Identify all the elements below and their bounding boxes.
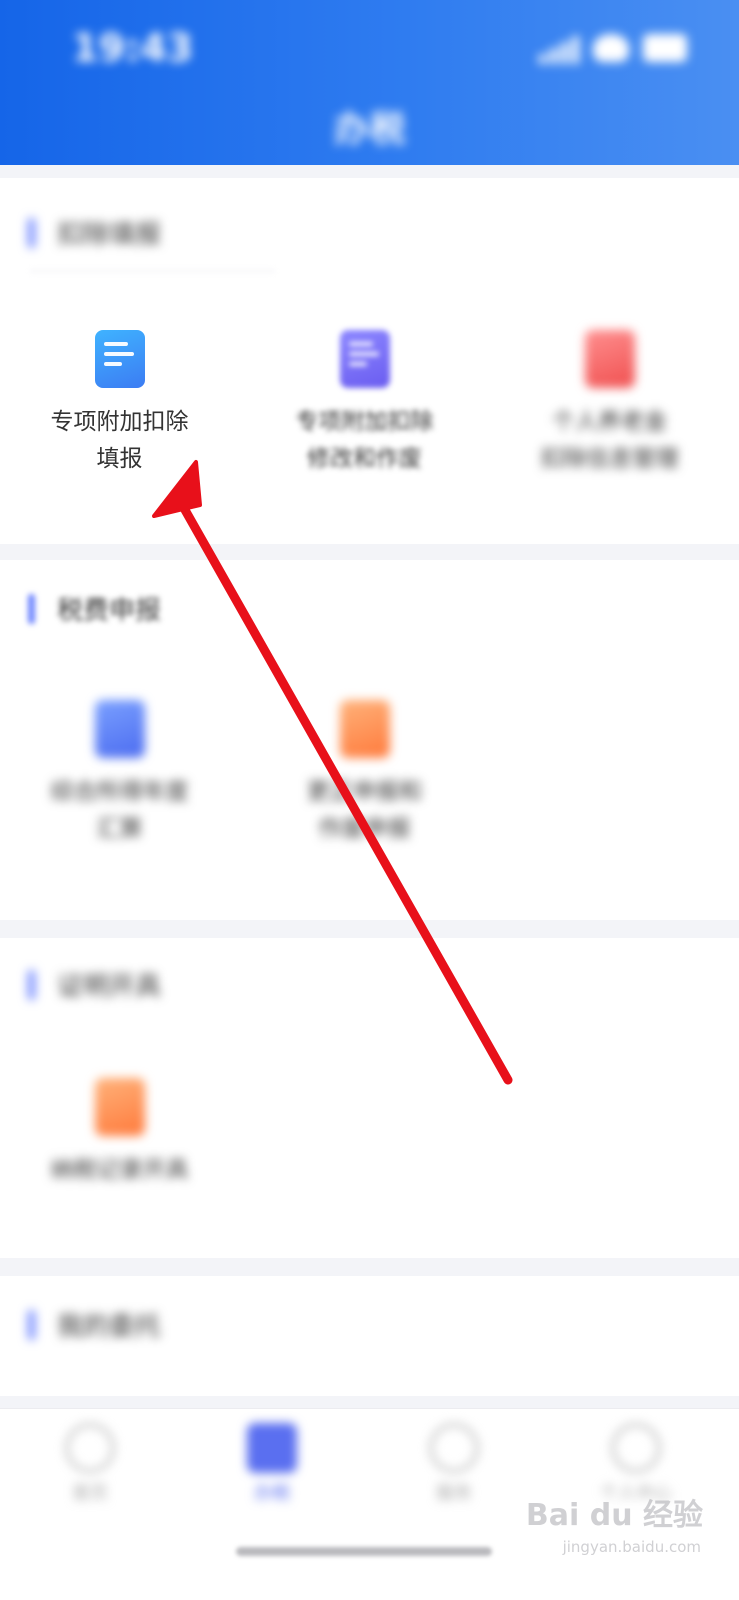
section-deduction: 扣除填报 专项附加扣除 填报 专项附加扣除 修改和作废 个人养老金 扣除信息管理 — [0, 178, 739, 544]
section-header: 证明开具 — [28, 966, 161, 1003]
grid-item-tax-record[interactable]: 纳税记录开具 — [0, 1078, 239, 1189]
home-icon — [65, 1423, 115, 1473]
section-accent-bar — [28, 217, 35, 248]
status-icons — [539, 34, 687, 64]
battery-icon — [643, 34, 687, 62]
deduction-modify-icon — [339, 330, 390, 388]
section-tax-filing: 税费申报 综合所得年度 汇算 更正申报和 作废申报 — [0, 560, 739, 920]
grid-item-pension[interactable]: 个人养老金 扣除信息管理 — [490, 330, 729, 478]
section-header: 我的委托 — [28, 1306, 161, 1343]
nav-label: 办税 — [254, 1483, 290, 1504]
user-icon — [611, 1423, 661, 1473]
section-accent-bar — [28, 969, 35, 1000]
signal-icon — [539, 34, 579, 64]
divider — [30, 270, 275, 272]
service-icon — [429, 1423, 479, 1473]
section-header: 扣除填报 — [28, 214, 161, 251]
wifi-icon — [593, 34, 629, 62]
grid-item-label: 纳税记录开具 — [50, 1157, 189, 1183]
nav-item-tax[interactable]: 办税 — [212, 1423, 332, 1505]
section-title: 我的委托 — [57, 1312, 162, 1342]
nav-label: 服务 — [436, 1483, 472, 1504]
annual-settlement-icon — [94, 700, 145, 758]
grid-item-label: 专项附加扣除 填报 — [50, 409, 189, 472]
pension-icon — [584, 330, 635, 388]
section-header: 税费申报 — [28, 590, 161, 627]
section-title: 证明开具 — [57, 972, 162, 1002]
grid-item-label: 个人养老金 扣除信息管理 — [540, 409, 679, 472]
section-title: 扣除填报 — [57, 220, 162, 250]
page-title: 办税 — [333, 109, 406, 150]
tax-record-icon — [94, 1078, 145, 1136]
section-certificates: 证明开具 纳税记录开具 — [0, 938, 739, 1258]
section-title: 税费申报 — [57, 596, 162, 626]
grid-item-label: 专项附加扣除 修改和作废 — [295, 409, 434, 472]
section-accent-bar — [28, 593, 35, 624]
grid-item-annual-settlement[interactable]: 综合所得年度 汇算 — [0, 700, 239, 848]
home-indicator[interactable] — [236, 1547, 492, 1556]
grid-item-label: 综合所得年度 汇算 — [50, 779, 189, 842]
section-delegation: 我的委托 — [0, 1276, 739, 1396]
app-header: 19:43 办税 — [0, 0, 739, 165]
section-accent-bar — [28, 1309, 35, 1340]
grid-item-label: 更正申报和 作废申报 — [307, 779, 422, 842]
watermark-url: jingyan.baidu.com — [562, 1538, 701, 1556]
nav-label: 首页 — [72, 1483, 108, 1504]
correction-icon — [339, 700, 390, 758]
deduction-form-icon — [94, 330, 145, 388]
grid-item-deduction-fill[interactable]: 专项附加扣除 填报 — [0, 330, 239, 478]
watermark-brand: Bai du 经验 — [525, 1498, 703, 1533]
nav-item-home[interactable]: 首页 — [30, 1423, 150, 1505]
grid-item-deduction-modify[interactable]: 专项附加扣除 修改和作废 — [245, 330, 484, 478]
grid-item-correction[interactable]: 更正申报和 作废申报 — [245, 700, 484, 848]
status-time: 19:43 — [72, 26, 193, 70]
nav-item-service[interactable]: 服务 — [394, 1423, 514, 1505]
tax-icon — [247, 1423, 297, 1473]
